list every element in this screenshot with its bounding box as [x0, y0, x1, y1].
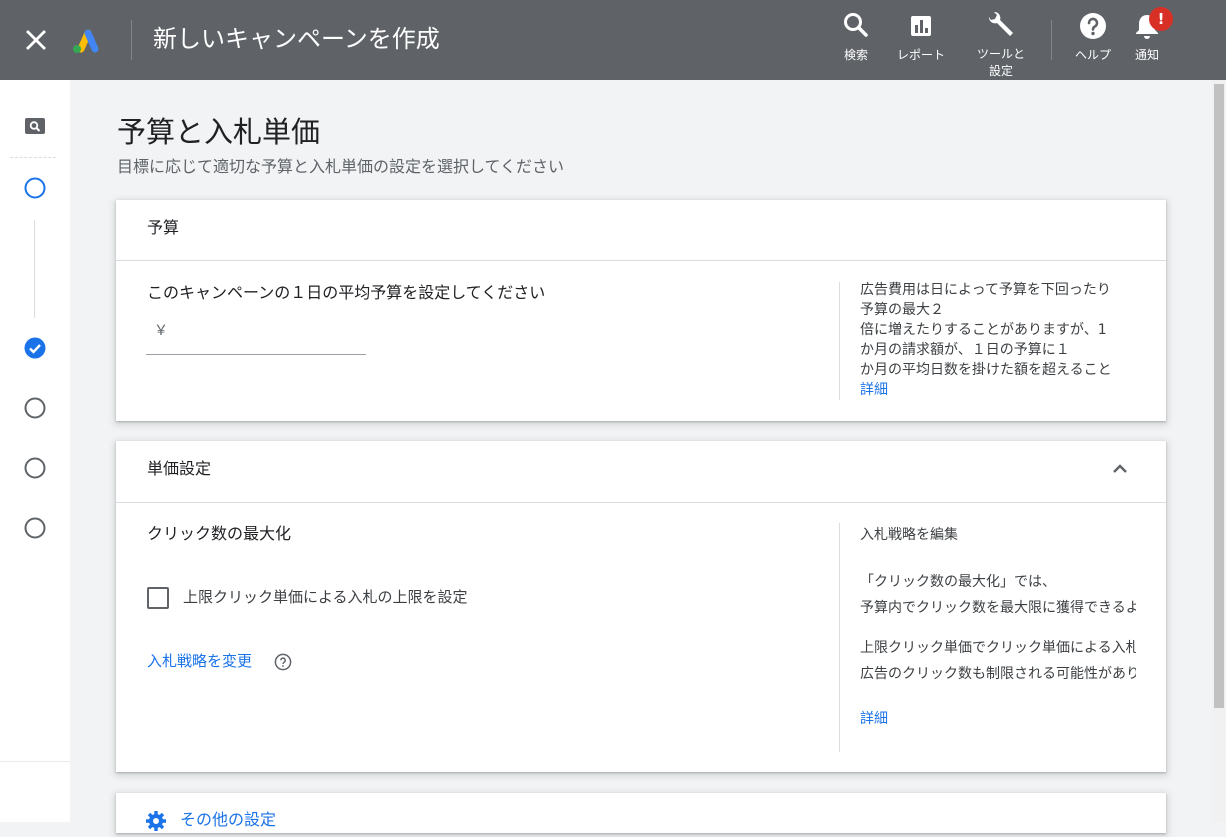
budget-label: このキャンペーンの１日の平均予算を設定してください — [147, 283, 546, 302]
budget-info-line: 予算の最大２ — [860, 302, 944, 318]
help-circle-icon[interactable] — [274, 653, 292, 671]
search-campaign-type-icon[interactable] — [24, 117, 46, 135]
step-rail — [0, 80, 70, 822]
gear-icon — [144, 809, 168, 837]
bidding-header-title: 単価設定 — [147, 459, 212, 478]
max-cpc-limit-checkbox[interactable] — [147, 587, 169, 609]
budget-info-line: か月の請求額が、１日の予算に１ — [860, 342, 1070, 358]
topbar-notifications-label: 通知 — [1134, 48, 1159, 62]
topbar-tools-button[interactable]: ツールと 設定 — [970, 11, 1032, 80]
scrollbar[interactable] — [1212, 80, 1226, 822]
other-settings-card[interactable]: その他の設定 — [116, 793, 1166, 833]
budget-header-title: 予算 — [147, 218, 180, 237]
topbar-help-label: ヘルプ — [1074, 48, 1111, 62]
bidding-card: 単価設定 クリック数の最大化 上限クリック単価による入札の上限を設定 入札戦略を… — [116, 441, 1166, 772]
page-header-title: 新しいキャンペーンを作成 — [153, 25, 440, 53]
topbar-reports-label: レポート — [896, 48, 945, 62]
rail-divider — [10, 157, 56, 158]
budget-info-line: 広告費用は日によって予算を下回ったり — [860, 282, 1111, 298]
close-icon[interactable] — [20, 22, 52, 58]
scrollbar-thumb[interactable] — [1214, 84, 1224, 708]
topbar-help-button[interactable]: ヘルプ — [1070, 12, 1116, 64]
step-2-check-icon[interactable] — [24, 337, 46, 359]
budget-card: 予算 このキャンペーンの１日の平均予算を設定してください ￥ 広告費用は日によっ… — [116, 200, 1166, 421]
daily-budget-field[interactable]: ￥ — [146, 316, 366, 355]
max-cpc-limit-label[interactable]: 上限クリック単価による入札の上限を設定 — [183, 586, 468, 608]
bidding-side-para1: 「クリック数の最大化」では、 予算内でクリック数を最大限に獲得できるように — [860, 569, 1136, 621]
step-4-circle-icon[interactable] — [24, 457, 46, 479]
currency-symbol: ￥ — [154, 323, 168, 339]
notification-badge: ! — [1149, 7, 1173, 31]
topbar-divider — [131, 20, 132, 60]
budget-info-line: 倍に増えたりすることがありますが、1 — [860, 322, 1107, 338]
budget-info-line: か月の平均日数を掛けた額を超えること — [860, 362, 1112, 378]
top-app-bar: 新しいキャンペーンを作成 検索 レポート ツールと 設定 ヘルプ 通知 ! — [0, 0, 1226, 80]
bidding-side-line: 「クリック数の最大化」では、 — [860, 574, 1056, 590]
bidding-side-para2: 上限クリック単価でクリック単価による入札の上限を設定すると 広告のクリック数も制… — [860, 635, 1136, 687]
bidding-side-line: 広告のクリック数も制限される可能性があります — [860, 666, 1136, 682]
budget-card-header: 予算 — [116, 200, 1166, 261]
search-icon — [843, 12, 869, 45]
bidding-side-title: 入札戦略を編集 — [860, 527, 958, 543]
budget-info-text: 広告費用は日によって予算を下回ったり 予算の最大２ 倍に増えたりすることがありま… — [860, 280, 1136, 400]
step-1-circle-icon[interactable] — [24, 177, 46, 199]
chevron-up-icon[interactable] — [1108, 457, 1132, 481]
step-5-circle-icon[interactable] — [24, 517, 46, 539]
change-bid-strategy-link[interactable]: 入札戦略を変更 — [147, 650, 252, 672]
bidding-side-line: 予算内でクリック数を最大限に獲得できるように — [860, 600, 1136, 616]
bidding-side-line: 上限クリック単価でクリック単価による入札の上限を設定すると — [860, 640, 1136, 656]
topbar-search-label: 検索 — [843, 48, 868, 62]
google-ads-logo-icon[interactable] — [70, 26, 102, 54]
help-icon — [1079, 12, 1107, 45]
step-3-circle-icon[interactable] — [24, 397, 46, 419]
step-connector — [34, 220, 35, 318]
topbar-search-button[interactable]: 検索 — [838, 12, 874, 64]
bidding-side-divider — [839, 523, 840, 752]
bidding-learn-more-link[interactable]: 詳細 — [860, 709, 1136, 729]
wrench-icon — [986, 11, 1016, 45]
bidding-card-header[interactable]: 単価設定 — [116, 441, 1166, 503]
rail-bottom-divider — [0, 761, 70, 762]
bid-strategy-name: クリック数の最大化 — [147, 524, 292, 543]
daily-budget-input[interactable] — [172, 318, 366, 344]
topbar-divider — [1051, 20, 1052, 60]
page-title: 予算と入札単価 — [117, 115, 321, 149]
other-settings-label[interactable]: その他の設定 — [180, 809, 276, 831]
topbar-reports-button[interactable]: レポート — [893, 12, 949, 64]
budget-learn-more-link[interactable]: 詳細 — [860, 380, 1136, 400]
reports-icon — [909, 12, 933, 45]
page-subtitle: 目標に応じて適切な予算と入札単価の設定を選択してください — [117, 157, 565, 176]
topbar-tools-label: ツールと 設定 — [976, 47, 1025, 78]
budget-side-divider — [839, 282, 840, 400]
